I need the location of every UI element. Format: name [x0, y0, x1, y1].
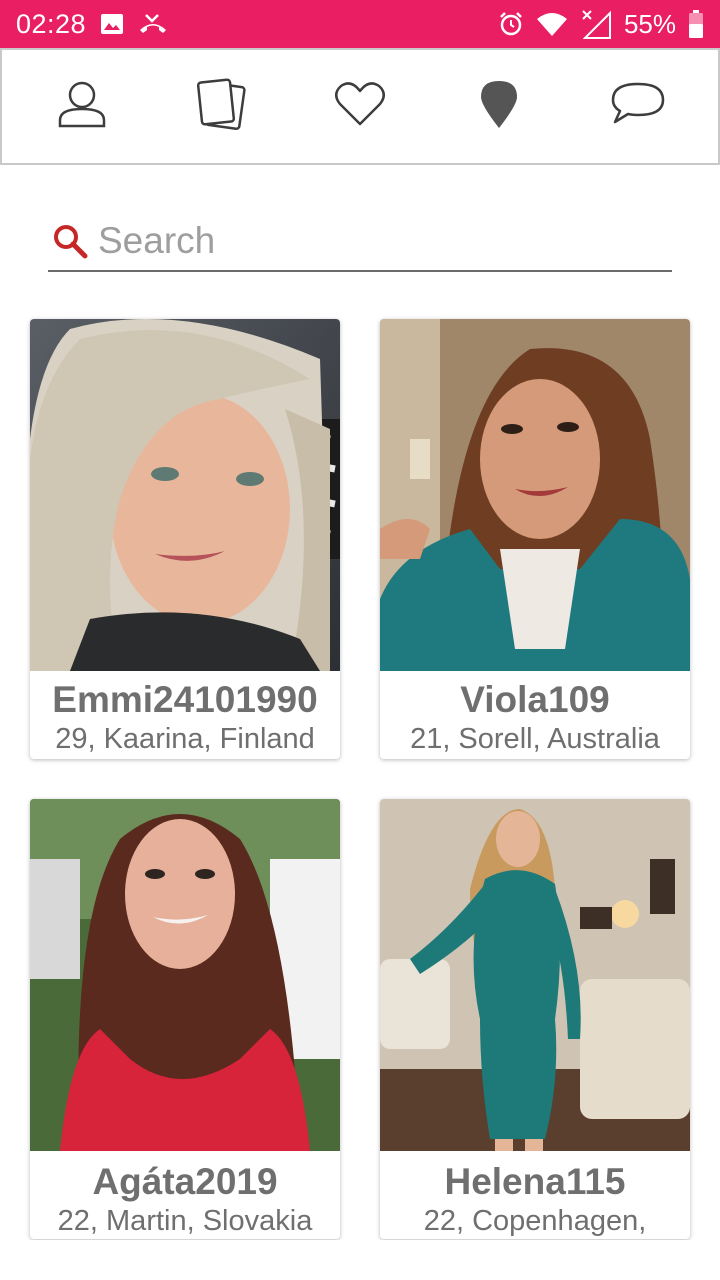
profile-card[interactable]: Viola109 21, Sorell, Australia: [380, 319, 690, 759]
profile-meta: Agáta2019 22, Martin, Slovakia: [30, 1151, 340, 1239]
profile-info: 29, Kaarina, Finland: [55, 723, 315, 755]
profile-name: Agáta2019: [92, 1161, 278, 1202]
profile-card[interactable]: Helena115 22, Copenhagen,: [380, 799, 690, 1239]
status-time: 02:28: [16, 8, 87, 39]
cards-icon: [194, 77, 248, 136]
profile-photo: [30, 319, 340, 671]
nav-cards-button[interactable]: [181, 67, 261, 147]
status-bar: 02:28 55%: [0, 0, 720, 48]
top-nav-bar: [0, 48, 720, 165]
battery-percent: 55%: [623, 8, 676, 39]
profile-icon: [56, 78, 108, 135]
profile-meta: Emmi24101990 29, Kaarina, Finland: [30, 671, 340, 759]
nav-profile-button[interactable]: [42, 67, 122, 147]
nav-nearby-button[interactable]: [459, 67, 539, 147]
profile-name: Viola109: [460, 679, 610, 720]
search-input[interactable]: [98, 216, 658, 266]
nav-messages-button[interactable]: [598, 67, 678, 147]
profile-info: 22, Copenhagen,: [423, 1205, 647, 1237]
signal-icon: [580, 9, 612, 39]
profile-name: Emmi24101990: [52, 679, 318, 720]
search-icon[interactable]: [52, 221, 92, 261]
alarm-icon: [498, 11, 524, 37]
chat-icon: [610, 81, 666, 132]
wifi-icon: [536, 11, 568, 37]
profile-meta: Viola109 21, Sorell, Australia: [380, 671, 690, 759]
profile-name: Helena115: [444, 1161, 626, 1202]
location-pin-icon: [479, 79, 519, 134]
profile-info: 21, Sorell, Australia: [410, 723, 660, 755]
profile-meta: Helena115 22, Copenhagen,: [380, 1151, 690, 1239]
search-bar: [48, 212, 672, 272]
heart-icon: [334, 81, 386, 132]
battery-icon: [688, 10, 704, 38]
profile-photo: [380, 319, 690, 671]
profile-card[interactable]: Emmi24101990 29, Kaarina, Finland: [30, 319, 340, 759]
missed-call-icon: [138, 12, 168, 36]
image-icon: [100, 12, 124, 36]
profile-info: 22, Martin, Slovakia: [57, 1205, 313, 1237]
bottom-spacer: [0, 1240, 720, 1280]
profile-photo: [380, 799, 690, 1151]
profile-photo: [30, 799, 340, 1151]
profile-card[interactable]: Agáta2019 22, Martin, Slovakia: [30, 799, 340, 1239]
nav-likes-button[interactable]: [320, 67, 400, 147]
